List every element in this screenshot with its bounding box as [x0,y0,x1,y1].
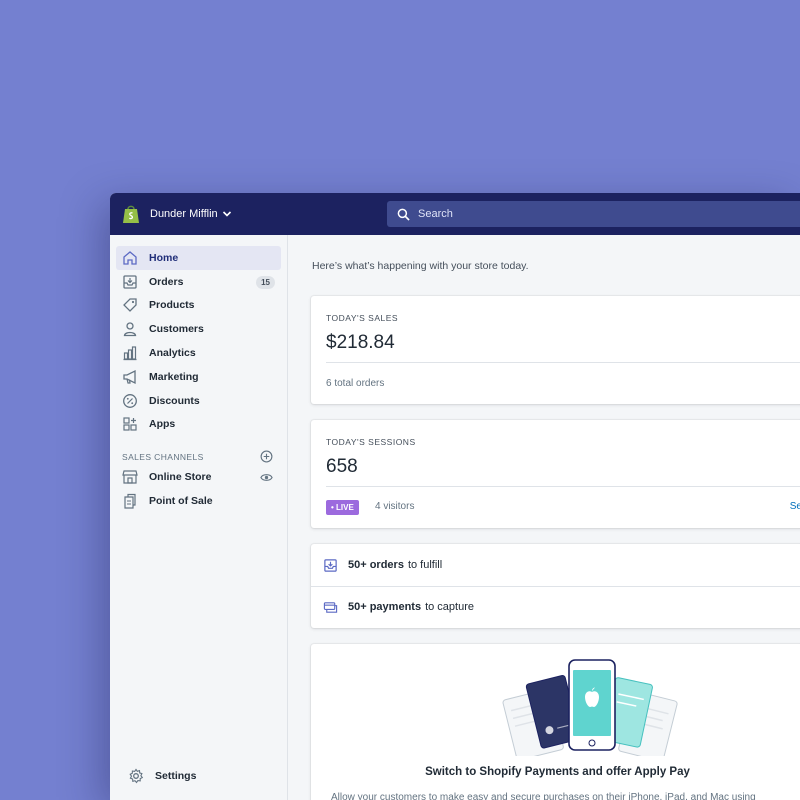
sales-value: $218.84 [326,332,395,353]
greeting-text: Here’s what’s happening with your store … [312,260,529,272]
sidebar-item-discounts[interactable]: Discounts [116,389,281,413]
sidebar-item-label: Customers [149,323,204,336]
store-name: Dunder Mifflin [150,208,218,220]
eye-icon[interactable] [260,471,273,484]
visitors-text: 4 visitors [375,501,415,512]
sidebar-item-products[interactable]: Products [116,294,281,318]
gear-icon [128,768,144,784]
payments-to-capture-row[interactable]: 50+ payments to capture [311,586,800,628]
sidebar: Home Orders 15 Products Customers Analyt… [110,235,288,800]
orders-to-fulfill-row[interactable]: 50+ orders to fulfill [311,544,800,586]
orders-action-text: to fulfill [407,559,443,571]
apple-pay-promo-card: Switch to Shopify Payments and offer App… [311,644,800,800]
orders-count-badge: 15 [256,275,275,289]
sidebar-item-settings[interactable]: Settings [122,764,275,788]
primary-nav: Home Orders 15 Products Customers Analyt… [110,235,287,436]
apps-icon [122,416,138,432]
card-divider [326,486,800,487]
bar-chart-icon [122,345,138,361]
pos-icon [122,493,138,509]
live-badge: • LIVE [326,500,359,515]
sales-channels-heading: SALES CHANNELS [122,450,273,463]
sidebar-item-label: Point of Sale [149,495,213,508]
home-icon [122,250,138,266]
sidebar-item-home[interactable]: Home [116,246,281,270]
app-window: Dunder Mifflin Search Home Orders 15 Pro… [110,193,800,800]
sidebar-item-online-store[interactable]: Online Store [116,465,281,489]
discount-icon [122,393,138,409]
tag-icon [122,297,138,313]
orders-icon [122,274,138,290]
search-input[interactable]: Search [387,201,800,227]
sidebar-item-label: Settings [155,770,197,783]
payments-icon [323,601,338,613]
orders-count-text: 50+ orders [348,559,404,571]
top-bar: Dunder Mifflin Search [110,193,800,235]
sidebar-item-label: Analytics [149,347,196,360]
sessions-value: 658 [326,456,358,477]
todays-sales-card: TODAY'S SALES $218.84 6 total orders [311,296,800,404]
search-icon [397,208,410,221]
sidebar-item-label: Products [149,299,195,312]
store-switcher[interactable]: Dunder Mifflin [110,204,386,224]
chevron-down-icon [222,211,231,217]
sidebar-item-marketing[interactable]: Marketing [116,365,281,389]
payments-action-text: to capture [425,601,474,613]
add-channel-icon[interactable] [260,450,273,463]
sidebar-item-analytics[interactable]: Analytics [116,341,281,365]
sidebar-item-orders[interactable]: Orders 15 [116,270,281,294]
person-icon [122,321,138,337]
sales-label: TODAY'S SALES [326,313,399,323]
sidebar-item-label: Marketing [149,370,199,383]
card-divider [326,362,800,363]
main-content: Here’s what’s happening with your store … [289,235,800,800]
orders-icon [324,558,337,572]
todays-sessions-card: TODAY'S SESSIONS 658 • LIVE 4 visitors S… [311,420,800,528]
sidebar-item-apps[interactable]: Apps [116,413,281,437]
promo-title: Switch to Shopify Payments and offer App… [425,766,690,778]
storefront-icon [122,469,138,485]
search-placeholder: Search [418,208,453,220]
sessions-label: TODAY'S SESSIONS [326,437,416,447]
total-orders-text: 6 total orders [326,378,385,389]
section-title: SALES CHANNELS [122,451,204,462]
payments-count-text: 50+ payments [348,601,422,613]
sidebar-item-customers[interactable]: Customers [116,317,281,341]
tasks-card: 50+ orders to fulfill 50+ payments to ca… [311,544,800,628]
shopify-bag-icon [123,205,139,223]
sidebar-item-label: Apps [149,418,176,431]
sidebar-item-label: Discounts [149,394,200,407]
sidebar-item-label: Orders [149,275,184,288]
see-live-view-link[interactable]: Se [790,501,800,512]
megaphone-icon [122,369,138,385]
sidebar-item-point-of-sale[interactable]: Point of Sale [116,489,281,513]
promo-description: Allow your customers to make easy and se… [331,792,756,800]
sidebar-item-label: Online Store [149,471,212,484]
payment-cards-phone-illustration [502,659,678,756]
sidebar-item-label: Home [149,251,179,264]
